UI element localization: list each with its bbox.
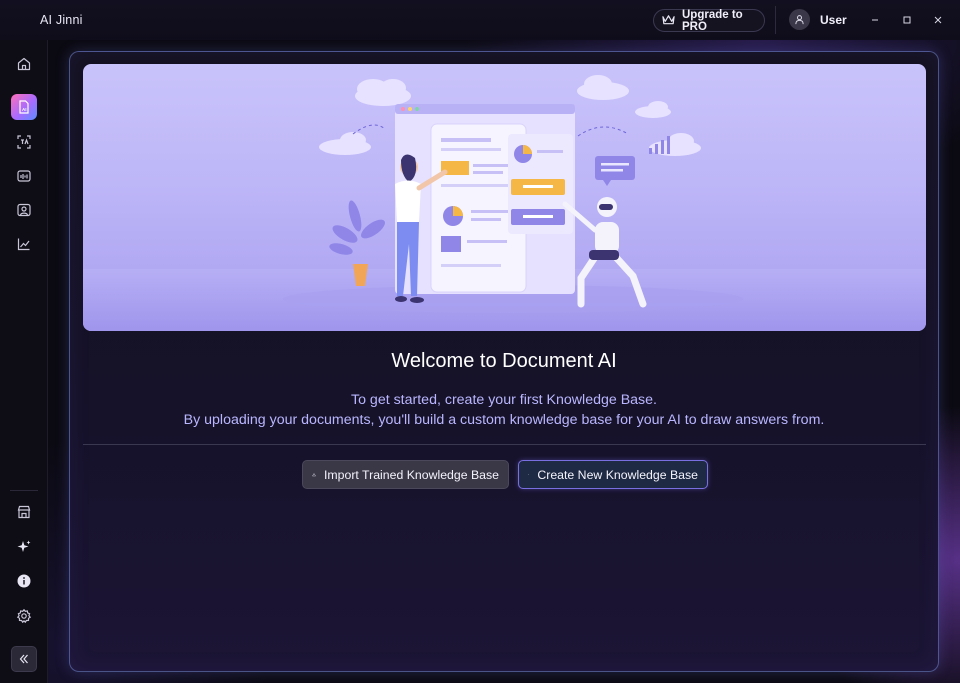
sidebar-item-home[interactable] <box>11 51 37 77</box>
upgrade-button[interactable]: Upgrade to PRO <box>653 8 765 33</box>
main-panel: Welcome to Document AI To get started, c… <box>69 51 939 672</box>
sidebar-item-audio[interactable] <box>11 163 37 189</box>
user-menu[interactable]: User <box>789 9 847 30</box>
sidebar-divider <box>10 490 38 491</box>
download-icon <box>312 472 316 477</box>
person-ai-icon <box>17 203 31 217</box>
sparkle-icon <box>17 540 31 552</box>
hero-illustration <box>83 64 926 331</box>
sidebar-item-person-ai[interactable] <box>11 197 37 223</box>
import-button-label: Import Trained Knowledge Base <box>324 467 499 482</box>
sidebar: AI <box>0 40 48 683</box>
close-icon[interactable] <box>930 12 946 28</box>
create-knowledge-base-button[interactable]: Create New Knowledge Base <box>518 460 708 489</box>
sidebar-item-sparkle[interactable] <box>11 534 37 560</box>
svg-text:AI: AI <box>22 107 27 112</box>
chart-icon <box>17 238 30 251</box>
sidebar-item-store[interactable] <box>11 499 37 525</box>
user-avatar-icon <box>789 9 810 30</box>
sidebar-item-info[interactable] <box>11 568 37 594</box>
app-title: AI Jinni <box>40 13 83 27</box>
crown-icon <box>661 13 676 29</box>
title-bar: AI Jinni Upgrade to PRO User <box>0 0 960 40</box>
page-title: Welcome to Document AI <box>391 350 617 372</box>
create-button-label: Create New Knowledge Base <box>537 467 698 482</box>
info-icon <box>17 574 31 588</box>
description-line-2: By uploading your documents, you'll buil… <box>183 412 825 428</box>
sidebar-collapse-button[interactable] <box>11 646 37 672</box>
audio-icon <box>17 170 31 182</box>
document-ai-icon: AI <box>19 100 29 114</box>
plus-icon <box>528 473 530 476</box>
translate-scan-icon <box>17 135 31 149</box>
home-icon <box>17 57 31 71</box>
double-chevron-left-icon <box>19 654 28 664</box>
maximize-icon[interactable] <box>899 12 915 28</box>
titlebar-separator <box>775 6 776 34</box>
sidebar-item-document-ai[interactable]: AI <box>11 94 37 120</box>
upgrade-label: Upgrade to PRO <box>682 8 743 33</box>
sidebar-item-settings[interactable] <box>11 603 37 629</box>
settings-icon <box>16 608 32 624</box>
user-label: User <box>820 12 847 27</box>
sidebar-item-translate-scan[interactable] <box>11 129 37 155</box>
sidebar-item-chart[interactable] <box>11 231 37 257</box>
description-line-1: To get started, create your first Knowle… <box>351 392 657 408</box>
store-icon <box>17 505 31 519</box>
import-knowledge-base-button[interactable]: Import Trained Knowledge Base <box>302 460 509 489</box>
minimize-icon[interactable] <box>867 12 883 28</box>
content-divider <box>83 444 926 445</box>
